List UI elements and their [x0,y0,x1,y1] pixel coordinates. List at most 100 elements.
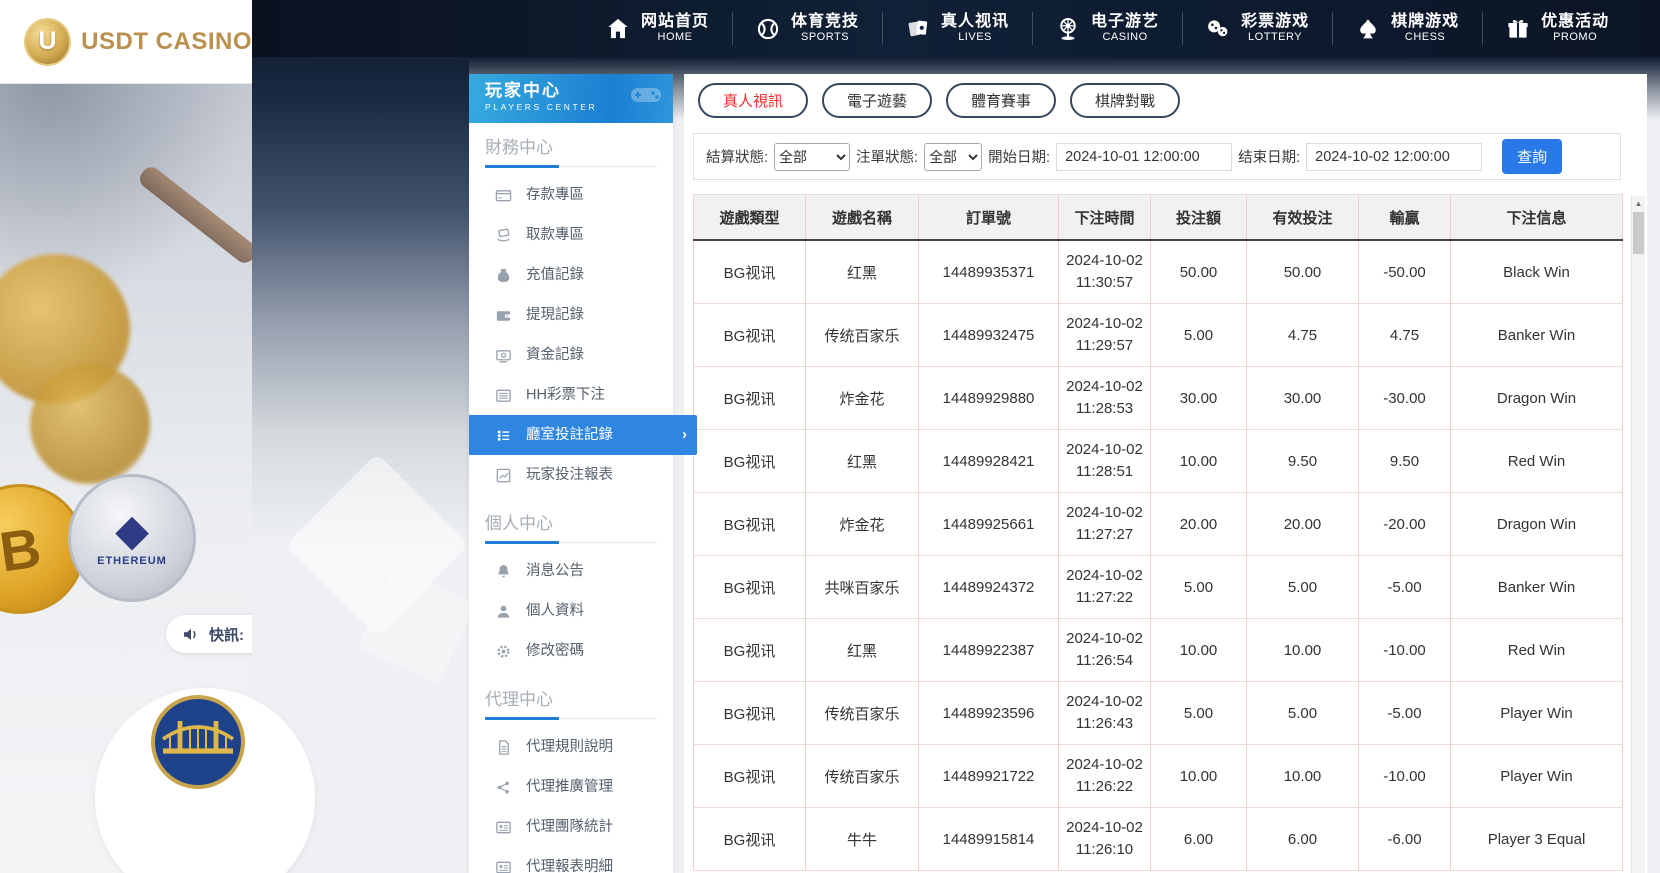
cell-win-loss: -6.00 [1358,807,1451,871]
scrollbar-up-arrow[interactable]: ▲ [1632,196,1645,211]
start-date-input[interactable] [1056,142,1233,171]
cell-bet-info: Banker Win [1450,303,1623,367]
sidebar-item-label: 存款專區 [526,187,584,203]
table-row: BG视讯 传统百家乐 14489923596 2024-10-02 11:26:43 5.… [693,681,1623,745]
cell-valid-bet: 5.00 [1246,555,1359,619]
nav-label-en: PROMO [1553,31,1598,44]
sidebar-item-announcements[interactable]: 消息公告 [469,551,673,591]
gift-icon [1508,19,1528,38]
id-card-icon [496,821,511,833]
hand-withdraw-icon [497,228,510,242]
nav-label-en: CASINO [1102,31,1148,44]
nav-item-home[interactable]: 网站首页 HOME [582,0,732,57]
table-header-row: 遊戲類型 遊戲名稱 訂單號 下注時間 投注額 有效投注 輸贏 下注信息 [693,194,1623,241]
nav-label-zh: 电子游艺 [1091,12,1160,30]
cell-valid-bet: 10.00 [1246,618,1359,682]
sidebar-item-deposit[interactable]: 存款專區 [469,175,673,215]
cell-game-name: 牛牛 [805,807,919,871]
cell-order-no: 14489935371 [918,239,1059,304]
tab-chess-battle[interactable]: 棋牌對戰 [1070,83,1181,118]
share-icon [497,780,509,794]
sidebar-item-label: 代理團隊統計 [526,819,613,835]
col-valid-bet: 有效投注 [1246,194,1359,241]
tab-live-video[interactable]: 真人視訊 [698,83,809,118]
sidebar-item-hh-lottery-bets[interactable]: HH彩票下注 [469,375,673,415]
sidebar-item-withdrawal-record[interactable]: 提現記錄 [469,295,673,335]
col-game-type: 遊戲類型 [693,194,806,241]
nav-item-promo[interactable]: 优惠活动 PROMO [1482,0,1632,57]
cell-bet-info: Dragon Win [1450,492,1623,556]
cell-win-loss: -50.00 [1358,239,1451,304]
money-bag-icon [497,268,510,282]
cell-valid-bet: 5.00 [1246,681,1359,745]
col-bet-info: 下注信息 [1450,194,1623,241]
cell-bet-info: Dragon Win [1450,366,1623,430]
chevron-right-icon: › [682,426,687,443]
sidebar-item-label: 資金記錄 [526,347,584,363]
table-scrollbar[interactable]: ▲ [1631,196,1645,873]
cell-bet-info: Banker Win [1450,555,1623,619]
funds-icon [496,349,511,362]
cell-bet-amount: 10.00 [1150,429,1247,493]
brand-header[interactable]: U USDT CASINO [0,0,252,84]
cell-game-name: 传统百家乐 [805,303,919,367]
col-bet-amount: 投注額 [1150,194,1247,241]
nav-item-sports[interactable]: 体育竞技 SPORTS [732,0,882,57]
cell-order-no: 14489929880 [918,366,1059,430]
sidebar-item-hall-bet-records[interactable]: 廳室投註記錄 › [469,415,697,455]
sidebar-item-label: 充值記錄 [526,267,584,283]
table-row: BG视讯 红黑 14489935371 2024-10-02 11:30:57 50.00… [693,239,1623,304]
cell-win-loss: -5.00 [1358,555,1451,619]
sidebar-item-profile[interactable]: 個人資料 [469,591,673,631]
bitcoin-symbol: B [0,514,45,584]
cell-game-type: BG视讯 [693,744,806,808]
cell-order-no: 14489924372 [918,555,1059,619]
sidebar-item-agent-rules[interactable]: 代理規則說明 [469,727,673,767]
sidebar-item-recharge-record[interactable]: 充值記錄 [469,255,673,295]
sidebar-item-label: 代理規則說明 [526,739,613,755]
order-status-select[interactable]: 全部 [924,142,983,171]
cell-bet-amount: 30.00 [1150,366,1247,430]
nav-item-lives[interactable]: 真人视讯 LIVES [882,0,1032,57]
cell-valid-bet: 10.00 [1246,744,1359,808]
nav-item-chess[interactable]: 棋牌游戏 CHESS [1332,0,1482,57]
nav-item-casino[interactable]: 电子游艺 CASINO [1032,0,1182,57]
end-date-input[interactable] [1306,142,1483,171]
search-button[interactable]: 查詢 [1502,139,1563,174]
cell-order-no: 14489923596 [918,681,1059,745]
roulette-icon [1060,17,1076,40]
col-game-name: 遊戲名稱 [805,194,919,241]
nav-label-en: CHESS [1404,31,1446,44]
cards-icon [908,20,928,36]
nav-label-en: SPORTS [801,31,850,44]
ethereum-coin-decor: ◆ ETHEREUM [68,474,196,602]
scrollbar-thumb[interactable] [1633,212,1644,254]
bet-records-table: 遊戲類型 遊戲名稱 訂單號 下注時間 投注額 有效投注 輸贏 下注信息 BG视讯… [693,194,1623,871]
sidebar-item-label: 個人資料 [526,603,584,619]
cell-game-name: 炸金花 [805,492,919,556]
settle-status-label: 結算狀態: [706,150,769,166]
sidebar-item-player-bet-report[interactable]: 玩家投注報表 [469,455,673,495]
top-navigation: 网站首页 HOME 体育竞技 SPORTS 真人视讯 LIVES 电子游艺 CASINO… [252,0,1660,57]
ticker-label: 快訊: [209,626,244,644]
wallet-icon [496,310,511,321]
sidebar-item-change-password[interactable]: 修改密碼 [469,631,673,671]
sidebar-header: 玩家中心 PLAYERS CENTER [469,74,673,123]
tab-electronic-games[interactable]: 電子遊藝 [822,83,933,118]
tab-sports-events[interactable]: 體育賽事 [946,83,1057,118]
sidebar-item-agent-report-detail[interactable]: 代理報表明細 [469,847,673,873]
cell-bet-time: 2024-10-02 11:26:54 [1058,618,1151,682]
cell-win-loss: -30.00 [1358,366,1451,430]
sidebar-item-withdraw[interactable]: 取款專區 [469,215,673,255]
cell-bet-amount: 10.00 [1150,618,1247,682]
sidebar-item-agent-team-stats[interactable]: 代理團隊統計 [469,807,673,847]
cell-bet-time: 2024-10-02 11:27:22 [1058,555,1151,619]
sidebar-item-funds-record[interactable]: 資金記錄 [469,335,673,375]
start-date-label: 開始日期: [988,150,1051,166]
speaker-icon [184,628,196,640]
cell-game-type: BG视讯 [693,681,806,745]
nav-item-lottery[interactable]: 彩票游戏 LOTTERY [1182,0,1332,57]
ethereum-diamond-icon: ◆ [115,506,149,555]
settle-status-select[interactable]: 全部 [774,142,851,171]
sidebar-item-agent-promotion[interactable]: 代理推廣管理 [469,767,673,807]
